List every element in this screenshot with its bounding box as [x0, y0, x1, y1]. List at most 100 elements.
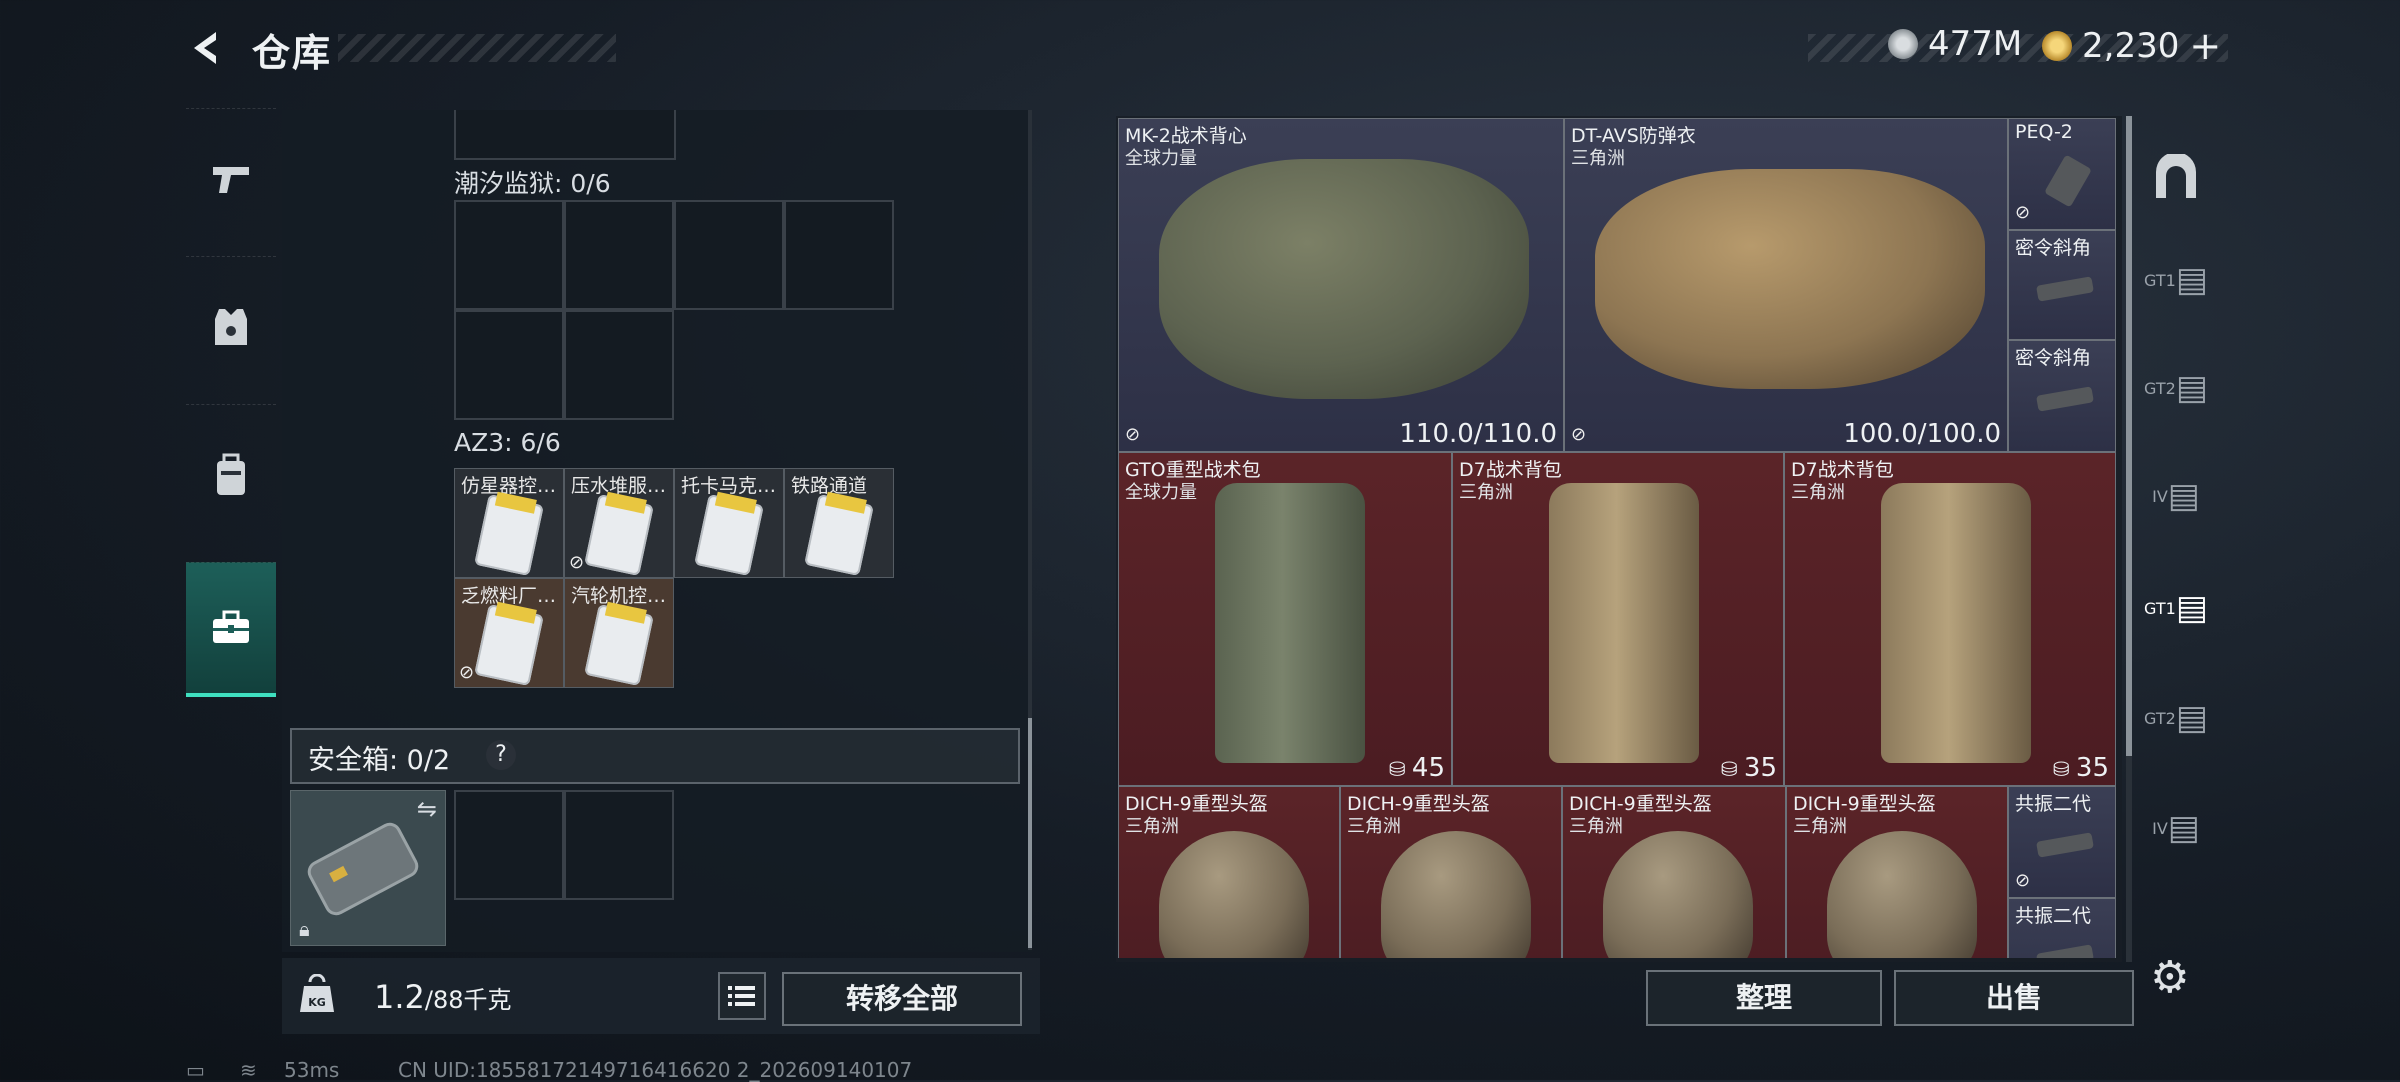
stash-scrollbar-thumb[interactable]: [1028, 718, 1032, 948]
category-nav: [186, 108, 276, 710]
safe-box-slot[interactable]: [454, 790, 564, 900]
storage-rack-icon: ▤: [2175, 588, 2208, 628]
tab-storage-gt2[interactable]: GT2 ▤: [2140, 340, 2212, 436]
stash-slot[interactable]: [674, 200, 784, 310]
item-name: 密令斜角: [2015, 347, 2092, 369]
item-faction: 全球力量: [1125, 148, 1197, 169]
stash-slot[interactable]: [564, 310, 674, 420]
capacity-value: 35: [1743, 753, 1777, 783]
nav-toolbox[interactable]: [186, 562, 276, 697]
vest-item[interactable]: MK-2战术背心 全球力量 ⊘ 110.0/110.0: [1118, 118, 1564, 452]
silver-amount: 477M: [1928, 24, 2023, 64]
keycard-icon: [804, 493, 874, 577]
capacity-icon: ⛁: [1388, 757, 1412, 781]
stash-slot[interactable]: [564, 200, 674, 310]
item-faction: 三角洲: [1459, 482, 1513, 503]
helmet-item[interactable]: DICH-9重型头盔 三角洲: [1118, 786, 1340, 958]
weight-max: /88千克: [424, 986, 512, 1014]
carry-weight: 1.2/88千克: [374, 978, 512, 1016]
helmet-icon: [1603, 831, 1753, 958]
keycard-item[interactable]: 乏燃料厂… ⊘: [454, 578, 564, 688]
lock-icon: 🔒︎: [299, 917, 310, 941]
keycard-item[interactable]: 汽轮机控…: [564, 578, 674, 688]
add-gold-icon[interactable]: +: [2189, 24, 2221, 68]
body-armor-icon: [1595, 169, 1985, 389]
attachment-item[interactable]: 密令斜角: [2008, 340, 2116, 452]
organize-button[interactable]: 整理: [1646, 970, 1882, 1026]
helmet-item[interactable]: DICH-9重型头盔 三角洲: [1786, 786, 2008, 958]
nav-backpacks[interactable]: [186, 404, 276, 545]
transfer-all-button[interactable]: 转移全部: [782, 972, 1022, 1026]
backpack-item[interactable]: D7战术背包 三角洲 ⛁ 35: [1452, 452, 1784, 786]
stash-slot[interactable]: [784, 200, 894, 310]
safe-box-slot[interactable]: [564, 790, 674, 900]
attachment-item[interactable]: 密令斜角: [2008, 230, 2116, 340]
tactical-vest-icon: [1159, 159, 1529, 399]
helmet-item[interactable]: DICH-9重型头盔 三角洲: [1562, 786, 1786, 958]
swap-icon[interactable]: ⇋: [417, 795, 437, 823]
stash-slot[interactable]: [454, 310, 564, 420]
keycard-item[interactable]: 仿星器控…: [454, 468, 564, 578]
tab-storage-gt1[interactable]: GT1 ▤: [2140, 232, 2212, 328]
capacity-icon: ⛁: [1720, 757, 1744, 781]
inventory-scrollbar-thumb[interactable]: [2126, 116, 2132, 756]
back-arrow-icon[interactable]: [186, 28, 226, 68]
no-transfer-icon: ⊘: [2015, 870, 2031, 891]
keycard-item[interactable]: 压水堆服… ⊘: [564, 468, 674, 578]
backpack-item[interactable]: D7战术背包 三角洲 ⛁ 35: [1784, 452, 2116, 786]
storage-rack-icon: ▤: [2175, 368, 2208, 408]
nav-weapons[interactable]: [186, 108, 276, 249]
durability: 110.0/110.0: [1399, 419, 1557, 449]
list-view-button[interactable]: [718, 972, 766, 1020]
attachment-item[interactable]: 共振二代: [2008, 898, 2116, 958]
no-transfer-icon: ⊘: [569, 552, 585, 573]
backpack-icon: [1549, 483, 1699, 763]
nav-armor[interactable]: [186, 256, 276, 397]
stash-slot[interactable]: [454, 110, 676, 160]
gear-icon[interactable]: ⚙: [2150, 952, 2189, 1003]
secure-case-item[interactable]: ⇋ 🔒︎: [290, 790, 446, 946]
container-label: 潮汐监狱: 0/6: [454, 169, 611, 198]
keycard-item[interactable]: 托卡马克…: [674, 468, 784, 578]
tab-all-storage[interactable]: [2140, 130, 2212, 226]
tab-storage-iv[interactable]: IV ▤: [2140, 448, 2212, 544]
item-faction: 三角洲: [1571, 148, 1625, 169]
grip-icon: [2036, 944, 2094, 958]
item-name: PEQ-2: [2015, 121, 2073, 143]
backpack-icon: [217, 453, 245, 495]
keycard-item[interactable]: 铁路通道: [784, 468, 894, 578]
helmet-item[interactable]: DICH-9重型头盔 三角洲: [1340, 786, 1562, 958]
capacity: ⛁ 35: [2053, 753, 2109, 783]
keycard-icon: [694, 493, 764, 577]
capacity-value: 45: [1411, 753, 1445, 783]
silver-currency: 477M: [1888, 24, 2022, 64]
svg-text:KG: KG: [308, 996, 326, 1009]
durability: 100.0/100.0: [1843, 419, 2001, 449]
gold-coin-icon: [2042, 31, 2072, 61]
keycard-icon: [584, 493, 654, 577]
helmet-icon: [1159, 831, 1309, 958]
vest-item[interactable]: DT-AVS防弹衣 三角洲 ⊘ 100.0/100.0: [1564, 118, 2008, 452]
laser-module-icon: [2044, 154, 2092, 208]
storage-tab-label: GT1: [2144, 598, 2176, 618]
storage-rack-icon: ▤: [2167, 808, 2200, 848]
tab-storage-gt1-active[interactable]: GT1 ▤: [2140, 560, 2212, 656]
gold-currency[interactable]: 2,230 +: [2042, 24, 2221, 68]
helmet-icon: [1381, 831, 1531, 958]
backpack-item[interactable]: GTO重型战术包 全球力量 ⛁ 45: [1118, 452, 1452, 786]
sell-button[interactable]: 出售: [1894, 970, 2134, 1026]
item-name: 共振二代: [2015, 905, 2092, 927]
attachment-item[interactable]: PEQ-2 ⊘: [2008, 118, 2116, 230]
no-transfer-icon: ⊘: [459, 662, 475, 683]
tab-storage-gt2-b[interactable]: GT2 ▤: [2140, 670, 2212, 766]
stash-slot[interactable]: [454, 200, 564, 310]
keycard-icon: [474, 603, 544, 687]
help-icon[interactable]: ?: [486, 740, 516, 770]
tab-storage-iv-b[interactable]: IV ▤: [2140, 780, 2212, 876]
no-transfer-icon: ⊘: [1125, 424, 1141, 445]
attachment-item[interactable]: 共振二代 ⊘: [2008, 786, 2116, 898]
capacity-icon: ⛁: [2052, 757, 2076, 781]
silver-coin-icon: [1888, 29, 1918, 59]
weight-icon: KG: [296, 973, 338, 1016]
inventory-grid[interactable]: MK-2战术背心 全球力量 ⊘ 110.0/110.0 DT-AVS防弹衣 三角…: [1118, 118, 2116, 958]
